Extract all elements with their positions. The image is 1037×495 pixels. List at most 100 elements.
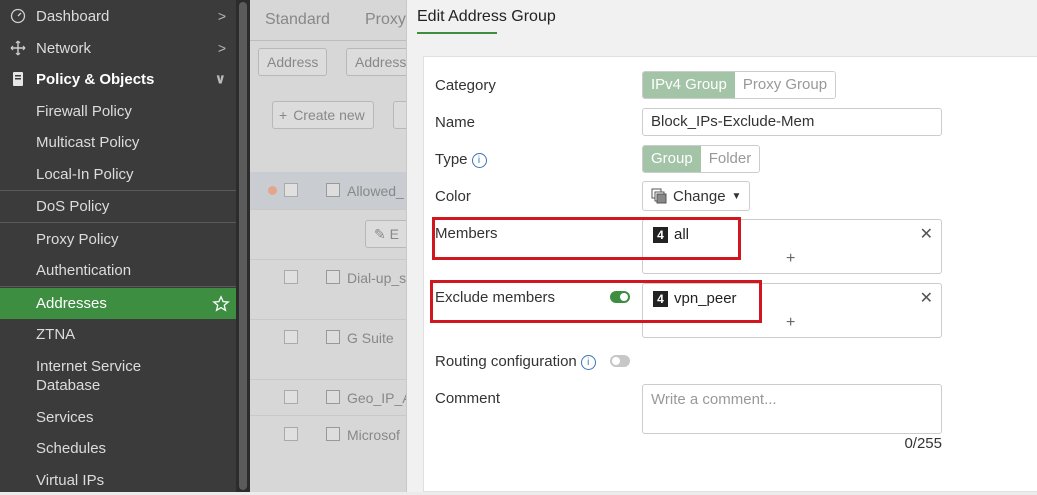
sidebar-item-label: Internet Service Database	[36, 358, 142, 394]
info-icon[interactable]: i	[580, 354, 596, 370]
sidebar-item-addresses[interactable]: Addresses	[0, 288, 236, 319]
sidebar-item-label: Firewall Policy	[36, 103, 132, 120]
table-row: ✎ E	[250, 210, 410, 260]
row-name[interactable]: Microsof	[347, 427, 400, 443]
pencil-icon: ✎	[374, 226, 386, 242]
name-input[interactable]: Block_IPs-Exclude-Mem	[642, 108, 942, 136]
create-new-label: Create new	[293, 107, 365, 123]
add-member-icon[interactable]: +	[786, 250, 795, 268]
type-option-group[interactable]: Group	[643, 146, 701, 172]
address-group-icon	[651, 188, 667, 204]
panel-title: Edit Address Group	[417, 8, 556, 25]
color-change-button[interactable]: Change ▼	[642, 181, 750, 211]
sidebar-item-ztna[interactable]: ZTNA	[0, 320, 236, 349]
tab-proxy[interactable]: Proxy	[365, 0, 406, 40]
table-row[interactable]: Geo_IP_A	[250, 380, 410, 416]
sidebar-item-services[interactable]: Services	[0, 403, 236, 432]
add-member-icon[interactable]: +	[786, 314, 795, 332]
divider	[0, 222, 236, 223]
comment-counter: 0/255	[904, 435, 942, 452]
category-option-ipv4-group[interactable]: IPv4 Group	[643, 72, 735, 98]
chevron-right-icon: >	[217, 40, 226, 56]
sidebar-item-local-in-policy[interactable]: Local-In Policy	[0, 160, 236, 189]
type-toggle: Group Folder	[642, 145, 761, 173]
address-group-icon	[326, 330, 340, 344]
tab-bar	[250, 40, 410, 41]
sidebar-item-dos-policy[interactable]: DoS Policy	[0, 192, 236, 221]
sidebar-item-label: Network	[36, 39, 92, 57]
title-underline	[417, 32, 497, 34]
row-checkbox[interactable]	[284, 330, 298, 344]
sidebar-item-virtual-ips[interactable]: Virtual IPs	[0, 466, 236, 495]
plus-icon: +	[279, 107, 288, 123]
row-name[interactable]: Geo_IP_A	[347, 390, 410, 406]
color-label: Color	[435, 188, 471, 205]
color-change-label: Change	[673, 187, 726, 205]
divider	[0, 286, 236, 287]
sidebar-item-label: Addresses	[36, 295, 107, 312]
table-row[interactable]: G Suite	[250, 320, 410, 380]
sidebar-item-dashboard[interactable]: Dashboard >	[0, 2, 236, 30]
remove-member-icon[interactable]: ✕	[920, 224, 933, 244]
sidebar-item-firewall-policy[interactable]: Firewall Policy	[0, 97, 236, 126]
sidebar-item-label: Local-In Policy	[36, 166, 134, 183]
sidebar-item-multicast-policy[interactable]: Multicast Policy	[0, 128, 236, 157]
address-filter-button-2[interactable]: Address	[346, 48, 410, 76]
routing-configuration-label: Routing configuration i	[435, 353, 596, 370]
edit-label: E	[389, 226, 399, 242]
toggle-knob	[612, 357, 620, 365]
row-checkbox[interactable]	[284, 183, 298, 197]
name-label: Name	[435, 114, 476, 131]
sidebar-item-network[interactable]: Network >	[0, 34, 236, 62]
type-label-text: Type	[435, 151, 468, 168]
remove-member-icon[interactable]: ✕	[920, 288, 933, 308]
routing-label-text: Routing configuration	[435, 353, 577, 370]
table-row[interactable]: Dial-up_s	[250, 260, 410, 320]
policy-icon	[8, 69, 28, 89]
sidebar: Dashboard > Network > Policy & Objects ∨…	[0, 0, 236, 492]
highlight-box-exclude-members	[430, 280, 762, 323]
table-row[interactable]: Microsof	[250, 416, 410, 456]
divider	[0, 190, 236, 191]
tab-standard[interactable]: Standard	[265, 0, 330, 40]
gauge-icon	[8, 6, 28, 26]
sidebar-scrollbar-thumb[interactable]	[239, 2, 247, 490]
star-icon[interactable]	[212, 294, 230, 313]
sidebar-item-internet-service-database[interactable]: Internet Service Database	[0, 354, 236, 398]
sidebar-item-proxy-policy[interactable]: Proxy Policy	[0, 225, 236, 254]
highlight-box-members	[432, 217, 741, 260]
status-dot-icon	[268, 186, 277, 195]
comment-textarea[interactable]: Write a comment...	[642, 384, 942, 434]
address-group-icon	[326, 390, 340, 404]
sidebar-item-label: Policy & Objects	[36, 70, 155, 88]
address-group-icon	[326, 270, 340, 284]
sidebar-item-schedules[interactable]: Schedules	[0, 434, 236, 463]
sidebar-item-authentication[interactable]: Authentication	[0, 256, 236, 285]
sidebar-item-label: Proxy Policy	[36, 231, 119, 248]
sidebar-item-label: Virtual IPs	[36, 472, 105, 489]
category-label: Category	[435, 77, 496, 94]
routing-configuration-toggle[interactable]	[610, 355, 630, 367]
sidebar-item-policy-objects[interactable]: Policy & Objects ∨	[0, 65, 236, 93]
row-checkbox[interactable]	[284, 270, 298, 284]
background-page: Standard Proxy Address Address + Create n…	[250, 0, 410, 492]
row-name[interactable]: Dial-up_s	[347, 270, 406, 286]
category-toggle: IPv4 Group Proxy Group	[642, 71, 837, 99]
chevron-right-icon: >	[217, 8, 226, 24]
sidebar-item-label: Dashboard	[36, 7, 110, 25]
sidebar-item-label: DoS Policy	[36, 198, 110, 215]
comment-label: Comment	[435, 390, 501, 407]
row-name[interactable]: Allowed_	[347, 183, 404, 199]
type-option-folder[interactable]: Folder	[700, 146, 760, 172]
row-name[interactable]: G Suite	[347, 330, 394, 346]
create-new-button[interactable]: + Create new	[272, 101, 374, 129]
row-checkbox[interactable]	[284, 427, 298, 441]
address-filter-button[interactable]: Address	[258, 48, 328, 76]
sidebar-item-label: ZTNA	[36, 326, 76, 343]
table-row[interactable]: Allowed_	[250, 172, 410, 210]
sidebar-item-label: Authentication	[36, 262, 132, 279]
category-option-proxy-group[interactable]: Proxy Group	[734, 72, 836, 98]
info-icon[interactable]: i	[471, 152, 487, 168]
edit-button[interactable]: ✎ E	[365, 220, 410, 248]
row-checkbox[interactable]	[284, 390, 298, 404]
